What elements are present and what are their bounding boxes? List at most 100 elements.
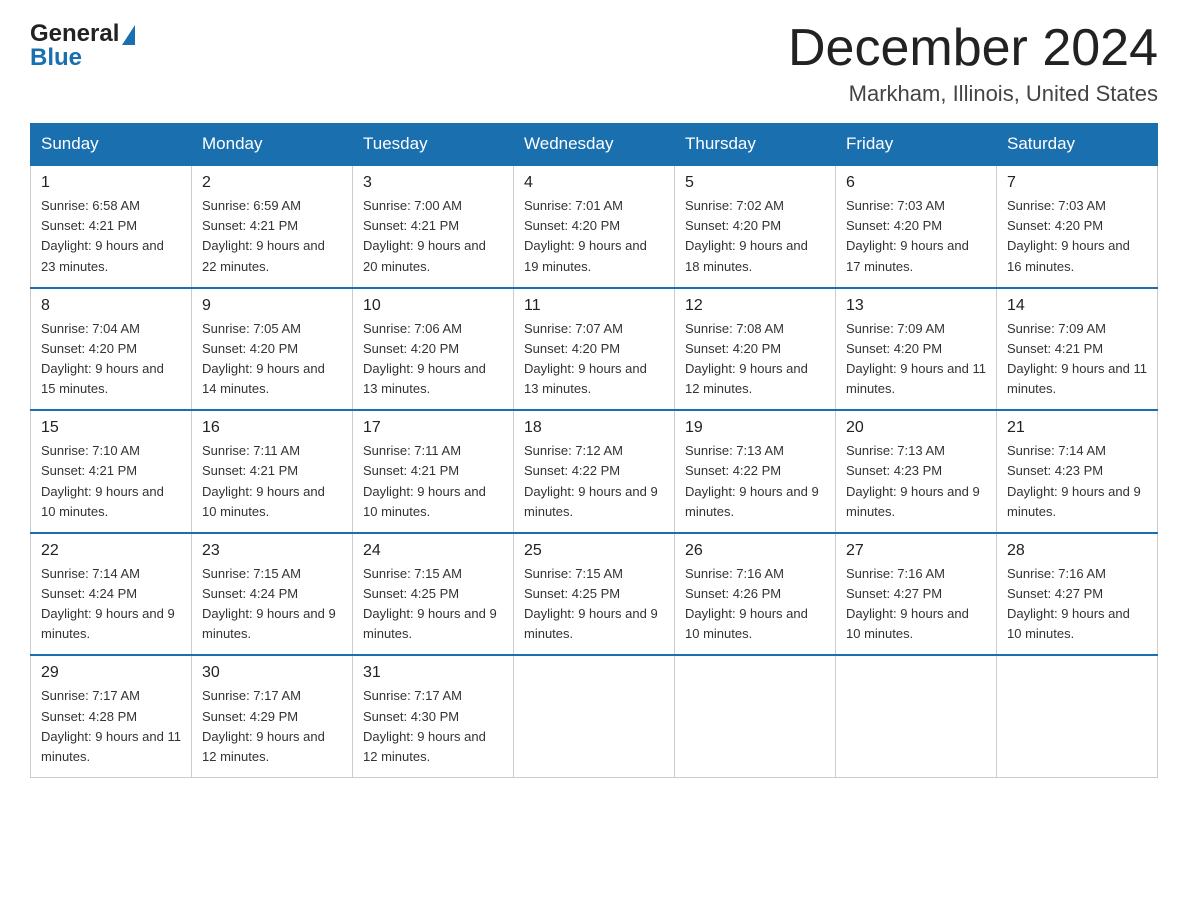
calendar-cell: 2 Sunrise: 6:59 AMSunset: 4:21 PMDayligh… bbox=[192, 165, 353, 288]
calendar-cell: 22 Sunrise: 7:14 AMSunset: 4:24 PMDaylig… bbox=[31, 533, 192, 656]
calendar-cell: 1 Sunrise: 6:58 AMSunset: 4:21 PMDayligh… bbox=[31, 165, 192, 288]
day-number: 23 bbox=[202, 542, 342, 560]
calendar-cell: 15 Sunrise: 7:10 AMSunset: 4:21 PMDaylig… bbox=[31, 410, 192, 533]
calendar-cell: 5 Sunrise: 7:02 AMSunset: 4:20 PMDayligh… bbox=[675, 165, 836, 288]
calendar-week-row: 1 Sunrise: 6:58 AMSunset: 4:21 PMDayligh… bbox=[31, 165, 1158, 288]
day-number: 26 bbox=[685, 542, 825, 560]
calendar-cell: 11 Sunrise: 7:07 AMSunset: 4:20 PMDaylig… bbox=[514, 288, 675, 411]
day-number: 11 bbox=[524, 297, 664, 315]
day-number: 19 bbox=[685, 419, 825, 437]
day-info: Sunrise: 7:13 AMSunset: 4:23 PMDaylight:… bbox=[846, 441, 986, 522]
calendar-cell: 14 Sunrise: 7:09 AMSunset: 4:21 PMDaylig… bbox=[997, 288, 1158, 411]
header-sunday: Sunday bbox=[31, 124, 192, 166]
day-number: 30 bbox=[202, 664, 342, 682]
day-info: Sunrise: 7:03 AMSunset: 4:20 PMDaylight:… bbox=[1007, 196, 1147, 277]
calendar-cell: 17 Sunrise: 7:11 AMSunset: 4:21 PMDaylig… bbox=[353, 410, 514, 533]
calendar-cell: 10 Sunrise: 7:06 AMSunset: 4:20 PMDaylig… bbox=[353, 288, 514, 411]
calendar-week-row: 8 Sunrise: 7:04 AMSunset: 4:20 PMDayligh… bbox=[31, 288, 1158, 411]
calendar-cell: 8 Sunrise: 7:04 AMSunset: 4:20 PMDayligh… bbox=[31, 288, 192, 411]
day-info: Sunrise: 7:03 AMSunset: 4:20 PMDaylight:… bbox=[846, 196, 986, 277]
day-info: Sunrise: 6:58 AMSunset: 4:21 PMDaylight:… bbox=[41, 196, 181, 277]
logo-arrow-icon bbox=[122, 25, 135, 45]
calendar-header-row: SundayMondayTuesdayWednesdayThursdayFrid… bbox=[31, 124, 1158, 166]
calendar-cell: 6 Sunrise: 7:03 AMSunset: 4:20 PMDayligh… bbox=[836, 165, 997, 288]
header-monday: Monday bbox=[192, 124, 353, 166]
calendar-cell: 26 Sunrise: 7:16 AMSunset: 4:26 PMDaylig… bbox=[675, 533, 836, 656]
calendar-cell: 24 Sunrise: 7:15 AMSunset: 4:25 PMDaylig… bbox=[353, 533, 514, 656]
calendar-cell bbox=[514, 655, 675, 777]
day-info: Sunrise: 7:07 AMSunset: 4:20 PMDaylight:… bbox=[524, 319, 664, 400]
page-header: General Blue December 2024 Markham, Illi… bbox=[30, 20, 1158, 107]
day-info: Sunrise: 7:08 AMSunset: 4:20 PMDaylight:… bbox=[685, 319, 825, 400]
day-number: 10 bbox=[363, 297, 503, 315]
day-number: 8 bbox=[41, 297, 181, 315]
day-number: 31 bbox=[363, 664, 503, 682]
day-info: Sunrise: 7:12 AMSunset: 4:22 PMDaylight:… bbox=[524, 441, 664, 522]
month-title: December 2024 bbox=[788, 20, 1158, 77]
day-info: Sunrise: 7:15 AMSunset: 4:24 PMDaylight:… bbox=[202, 564, 342, 645]
header-wednesday: Wednesday bbox=[514, 124, 675, 166]
logo: General Blue bbox=[30, 20, 135, 72]
day-info: Sunrise: 7:17 AMSunset: 4:28 PMDaylight:… bbox=[41, 686, 181, 767]
day-number: 16 bbox=[202, 419, 342, 437]
calendar-cell: 25 Sunrise: 7:15 AMSunset: 4:25 PMDaylig… bbox=[514, 533, 675, 656]
day-number: 6 bbox=[846, 174, 986, 192]
day-info: Sunrise: 7:13 AMSunset: 4:22 PMDaylight:… bbox=[685, 441, 825, 522]
day-number: 24 bbox=[363, 542, 503, 560]
calendar-cell: 23 Sunrise: 7:15 AMSunset: 4:24 PMDaylig… bbox=[192, 533, 353, 656]
calendar-cell: 18 Sunrise: 7:12 AMSunset: 4:22 PMDaylig… bbox=[514, 410, 675, 533]
calendar-cell: 16 Sunrise: 7:11 AMSunset: 4:21 PMDaylig… bbox=[192, 410, 353, 533]
day-info: Sunrise: 7:09 AMSunset: 4:21 PMDaylight:… bbox=[1007, 319, 1147, 400]
location-title: Markham, Illinois, United States bbox=[788, 81, 1158, 107]
calendar-cell: 20 Sunrise: 7:13 AMSunset: 4:23 PMDaylig… bbox=[836, 410, 997, 533]
day-info: Sunrise: 6:59 AMSunset: 4:21 PMDaylight:… bbox=[202, 196, 342, 277]
calendar-cell: 29 Sunrise: 7:17 AMSunset: 4:28 PMDaylig… bbox=[31, 655, 192, 777]
day-info: Sunrise: 7:02 AMSunset: 4:20 PMDaylight:… bbox=[685, 196, 825, 277]
calendar-cell bbox=[836, 655, 997, 777]
calendar-cell: 30 Sunrise: 7:17 AMSunset: 4:29 PMDaylig… bbox=[192, 655, 353, 777]
day-info: Sunrise: 7:17 AMSunset: 4:29 PMDaylight:… bbox=[202, 686, 342, 767]
calendar-table: SundayMondayTuesdayWednesdayThursdayFrid… bbox=[30, 123, 1158, 778]
calendar-cell bbox=[997, 655, 1158, 777]
calendar-week-row: 22 Sunrise: 7:14 AMSunset: 4:24 PMDaylig… bbox=[31, 533, 1158, 656]
day-info: Sunrise: 7:15 AMSunset: 4:25 PMDaylight:… bbox=[524, 564, 664, 645]
day-info: Sunrise: 7:04 AMSunset: 4:20 PMDaylight:… bbox=[41, 319, 181, 400]
header-friday: Friday bbox=[836, 124, 997, 166]
day-number: 18 bbox=[524, 419, 664, 437]
calendar-cell bbox=[675, 655, 836, 777]
calendar-cell: 31 Sunrise: 7:17 AMSunset: 4:30 PMDaylig… bbox=[353, 655, 514, 777]
day-number: 28 bbox=[1007, 542, 1147, 560]
day-info: Sunrise: 7:06 AMSunset: 4:20 PMDaylight:… bbox=[363, 319, 503, 400]
day-number: 2 bbox=[202, 174, 342, 192]
day-number: 22 bbox=[41, 542, 181, 560]
logo-blue-text: Blue bbox=[30, 44, 135, 72]
day-number: 9 bbox=[202, 297, 342, 315]
day-info: Sunrise: 7:05 AMSunset: 4:20 PMDaylight:… bbox=[202, 319, 342, 400]
calendar-cell: 27 Sunrise: 7:16 AMSunset: 4:27 PMDaylig… bbox=[836, 533, 997, 656]
day-info: Sunrise: 7:15 AMSunset: 4:25 PMDaylight:… bbox=[363, 564, 503, 645]
day-info: Sunrise: 7:11 AMSunset: 4:21 PMDaylight:… bbox=[202, 441, 342, 522]
day-number: 20 bbox=[846, 419, 986, 437]
day-number: 12 bbox=[685, 297, 825, 315]
calendar-cell: 12 Sunrise: 7:08 AMSunset: 4:20 PMDaylig… bbox=[675, 288, 836, 411]
day-number: 4 bbox=[524, 174, 664, 192]
calendar-cell: 13 Sunrise: 7:09 AMSunset: 4:20 PMDaylig… bbox=[836, 288, 997, 411]
day-number: 29 bbox=[41, 664, 181, 682]
day-number: 3 bbox=[363, 174, 503, 192]
day-number: 27 bbox=[846, 542, 986, 560]
day-info: Sunrise: 7:09 AMSunset: 4:20 PMDaylight:… bbox=[846, 319, 986, 400]
day-number: 7 bbox=[1007, 174, 1147, 192]
day-number: 13 bbox=[846, 297, 986, 315]
day-info: Sunrise: 7:14 AMSunset: 4:24 PMDaylight:… bbox=[41, 564, 181, 645]
calendar-cell: 28 Sunrise: 7:16 AMSunset: 4:27 PMDaylig… bbox=[997, 533, 1158, 656]
calendar-week-row: 29 Sunrise: 7:17 AMSunset: 4:28 PMDaylig… bbox=[31, 655, 1158, 777]
day-number: 15 bbox=[41, 419, 181, 437]
day-number: 17 bbox=[363, 419, 503, 437]
day-info: Sunrise: 7:00 AMSunset: 4:21 PMDaylight:… bbox=[363, 196, 503, 277]
header-saturday: Saturday bbox=[997, 124, 1158, 166]
day-number: 14 bbox=[1007, 297, 1147, 315]
title-block: December 2024 Markham, Illinois, United … bbox=[788, 20, 1158, 107]
calendar-week-row: 15 Sunrise: 7:10 AMSunset: 4:21 PMDaylig… bbox=[31, 410, 1158, 533]
day-number: 25 bbox=[524, 542, 664, 560]
day-info: Sunrise: 7:16 AMSunset: 4:26 PMDaylight:… bbox=[685, 564, 825, 645]
